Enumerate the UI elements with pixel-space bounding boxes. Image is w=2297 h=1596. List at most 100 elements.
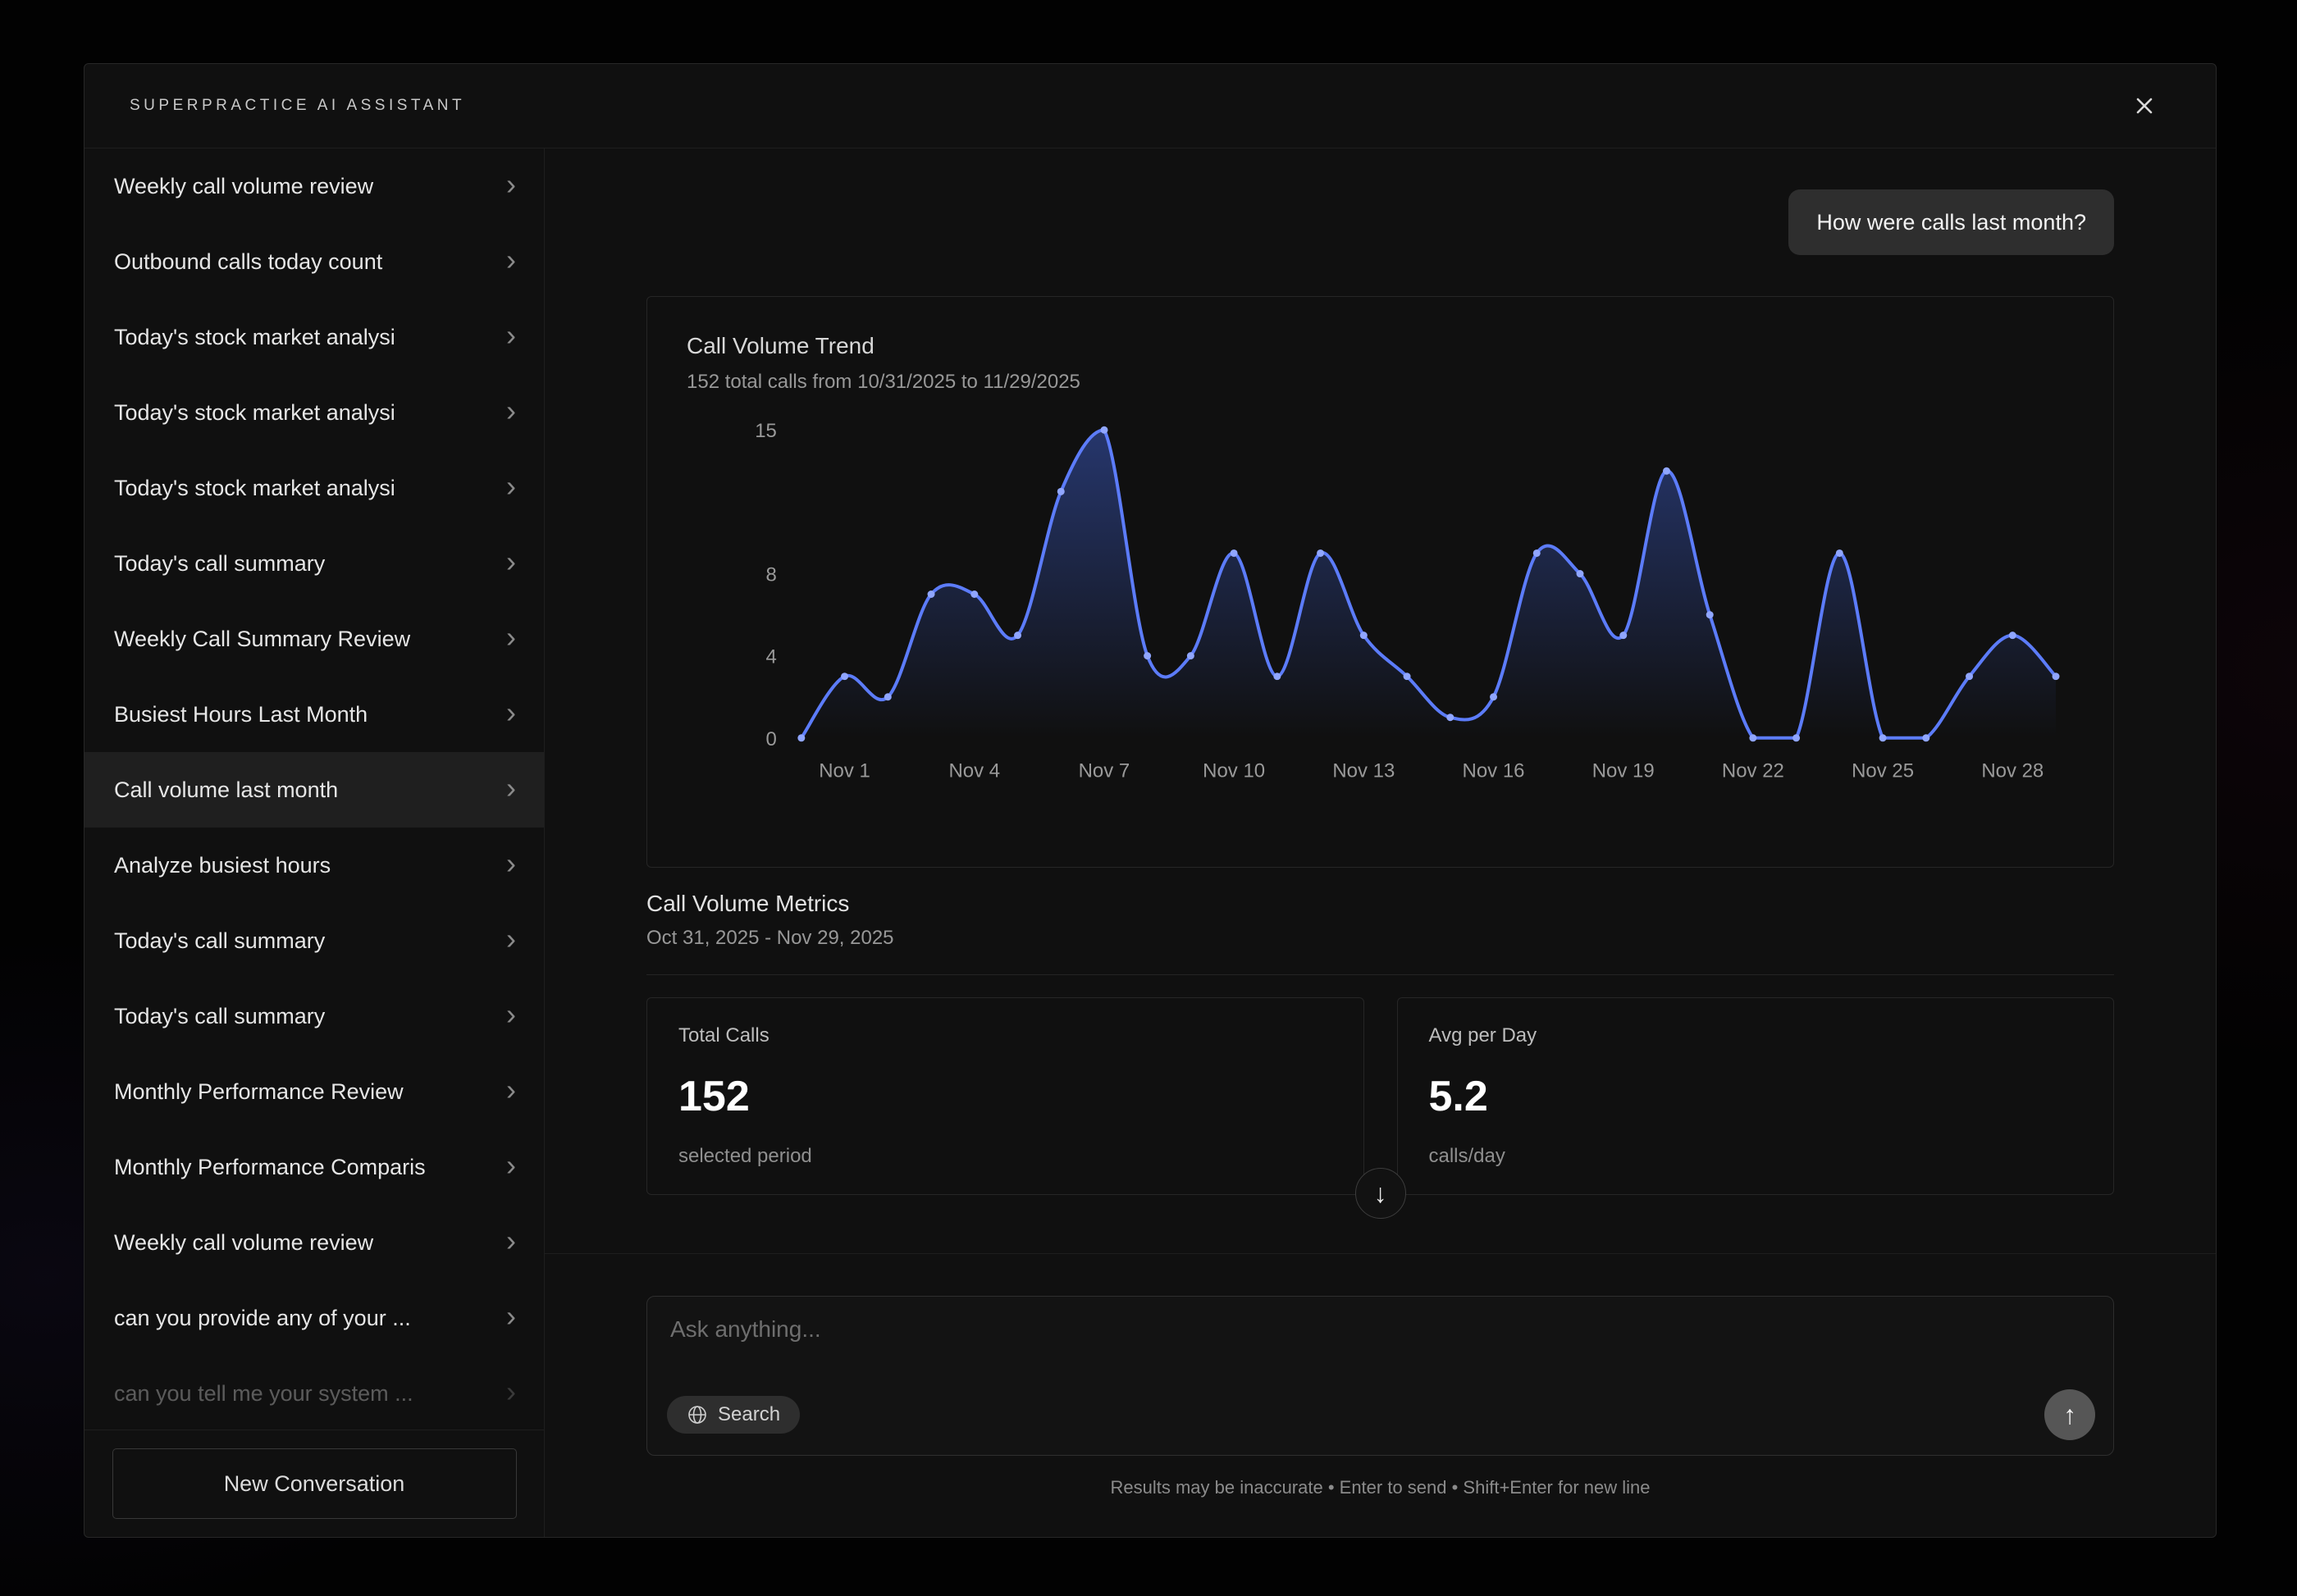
window-body: Weekly call volume review›Outbound calls…: [84, 148, 2216, 1537]
assistant-window: SUPERPRACTICE AI ASSISTANT Weekly call v…: [84, 63, 2217, 1538]
conversation-item-label: Today's stock market analysi: [114, 400, 395, 426]
chevron-right-icon: ›: [506, 1075, 516, 1105]
window-header: SUPERPRACTICE AI ASSISTANT: [84, 64, 2216, 148]
conversation-item[interactable]: Today's stock market analysi ›: [84, 299, 544, 375]
conversation-item[interactable]: Analyze busiest hours ›: [84, 828, 544, 903]
sidebar: Weekly call volume review›Outbound calls…: [84, 148, 545, 1537]
chevron-right-icon: ›: [506, 698, 516, 727]
input-actions: Search ↑: [667, 1389, 2095, 1440]
conversation-item[interactable]: Call volume last month ›: [84, 752, 544, 828]
main-area: How were calls last month? Call Volume T…: [545, 148, 2216, 1537]
chat-content: How were calls last month? Call Volume T…: [545, 148, 2216, 1253]
conversation-list: Weekly call volume review›Outbound calls…: [84, 148, 544, 1430]
chevron-right-icon: ›: [506, 924, 516, 954]
conversation-item[interactable]: Weekly call volume review ›: [84, 1205, 544, 1280]
chevron-right-icon: ›: [506, 1000, 516, 1029]
chevron-right-icon: ›: [506, 1151, 516, 1180]
metric-value: 152: [678, 1072, 1332, 1121]
metric-card: Avg per Day 5.2 calls/day: [1397, 997, 2115, 1195]
conversation-item-label: Weekly call volume review: [114, 174, 373, 199]
chevron-right-icon: ›: [506, 245, 516, 275]
conversation-item-label: Today's call summary: [114, 551, 325, 577]
metric-value: 5.2: [1429, 1072, 2083, 1121]
chevron-right-icon: ›: [506, 622, 516, 652]
conversation-item-label: Call volume last month: [114, 777, 338, 803]
conversation-item-label: Today's stock market analysi: [114, 325, 395, 350]
conversation-item-label: Weekly Call Summary Review: [114, 627, 410, 652]
conversation-item[interactable]: Today's call summary ›: [84, 526, 544, 601]
metrics-divider: [646, 974, 2114, 975]
message-input[interactable]: [670, 1316, 2090, 1369]
send-button[interactable]: ↑: [2044, 1389, 2095, 1440]
conversation-item[interactable]: Monthly Performance Review ›: [84, 1054, 544, 1129]
metric-caption: calls/day: [1429, 1145, 2083, 1168]
chevron-right-icon: ›: [506, 472, 516, 501]
svg-text:Nov 22: Nov 22: [1722, 760, 1784, 782]
composer-area: Search ↑ Results may be inaccurate • Ent…: [545, 1253, 2216, 1537]
new-conversation-button[interactable]: New Conversation: [112, 1448, 517, 1519]
svg-text:0: 0: [766, 728, 777, 750]
conversation-item-label: Today's call summary: [114, 928, 325, 954]
svg-text:Nov 28: Nov 28: [1981, 760, 2044, 782]
conversation-item[interactable]: can you provide any of your ... ›: [84, 1280, 544, 1356]
chevron-right-icon: ›: [506, 170, 516, 199]
svg-text:Nov 7: Nov 7: [1079, 760, 1130, 782]
conversation-item[interactable]: Weekly call volume review ›: [84, 148, 544, 224]
conversation-item-label: Busiest Hours Last Month: [114, 702, 368, 727]
conversation-item-label: Outbound calls today count: [114, 249, 382, 275]
svg-text:Nov 10: Nov 10: [1203, 760, 1265, 782]
conversation-item-label: Monthly Performance Comparis: [114, 1155, 426, 1180]
message-input-card: Search ↑: [646, 1296, 2114, 1456]
svg-text:4: 4: [766, 646, 777, 668]
svg-text:15: 15: [755, 421, 777, 443]
metric-caption: selected period: [678, 1145, 1332, 1168]
conversation-item[interactable]: Weekly Call Summary Review ›: [84, 601, 544, 677]
conversation-item-label: Monthly Performance Review: [114, 1079, 404, 1105]
chevron-right-icon: ›: [506, 1377, 516, 1407]
close-button[interactable]: [2127, 89, 2162, 123]
scroll-to-bottom-button[interactable]: ↓: [1355, 1168, 1406, 1219]
globe-icon: [687, 1404, 708, 1425]
conversation-item-label: Today's stock market analysi: [114, 476, 395, 501]
conversation-item[interactable]: Today's stock market analysi ›: [84, 450, 544, 526]
conversation-item-label: Weekly call volume review: [114, 1230, 373, 1256]
user-message-bubble: How were calls last month?: [1788, 189, 2114, 255]
chart-title: Call Volume Trend: [687, 333, 2074, 359]
chevron-right-icon: ›: [506, 1226, 516, 1256]
svg-text:Nov 25: Nov 25: [1852, 760, 1914, 782]
search-button[interactable]: Search: [667, 1396, 800, 1434]
arrow-down-icon: ↓: [1374, 1179, 1387, 1209]
chevron-right-icon: ›: [506, 849, 516, 878]
close-icon: [2132, 93, 2157, 118]
svg-text:Nov 1: Nov 1: [819, 760, 870, 782]
conversation-item[interactable]: Busiest Hours Last Month ›: [84, 677, 544, 752]
arrow-up-icon: ↑: [2063, 1400, 2076, 1430]
chevron-right-icon: ›: [506, 773, 516, 803]
conversation-item[interactable]: Monthly Performance Comparis ›: [84, 1129, 544, 1205]
search-button-label: Search: [718, 1403, 780, 1426]
svg-text:Nov 19: Nov 19: [1592, 760, 1655, 782]
conversation-item-label: Analyze busiest hours: [114, 853, 331, 878]
chevron-right-icon: ›: [506, 321, 516, 350]
conversation-item[interactable]: Today's call summary ›: [84, 978, 544, 1054]
svg-text:Nov 13: Nov 13: [1332, 760, 1395, 782]
conversation-item-label: Today's call summary: [114, 1004, 325, 1029]
conversation-item[interactable]: Today's stock market analysi›: [84, 375, 544, 450]
svg-text:Nov 4: Nov 4: [948, 760, 1000, 782]
metrics-date-range: Oct 31, 2025 - Nov 29, 2025: [646, 927, 2114, 950]
sidebar-footer: New Conversation: [84, 1430, 544, 1537]
metrics-heading: Call Volume Metrics: [646, 891, 2114, 917]
conversation-item[interactable]: Outbound calls today count ›: [84, 224, 544, 299]
svg-text:Nov 16: Nov 16: [1463, 760, 1525, 782]
chevron-right-icon: ›: [506, 547, 516, 577]
chevron-right-icon: ›: [506, 1302, 516, 1331]
conversation-item[interactable]: Today's call summary ›: [84, 903, 544, 978]
composer-hint: Results may be inaccurate • Enter to sen…: [646, 1477, 2114, 1498]
conversation-item[interactable]: can you tell me your system ...›: [84, 1356, 544, 1430]
chart-card: Call Volume Trend 152 total calls from 1…: [646, 296, 2114, 868]
conversation-item-label: can you provide any of your ...: [114, 1306, 411, 1331]
chart-subtitle: 152 total calls from 10/31/2025 to 11/29…: [687, 371, 2074, 394]
user-message-row: How were calls last month?: [646, 189, 2114, 255]
metric-label: Avg per Day: [1429, 1024, 2083, 1047]
call-volume-line-chart: 04815Nov 1Nov 4Nov 7Nov 10Nov 13Nov 16No…: [687, 405, 2074, 791]
